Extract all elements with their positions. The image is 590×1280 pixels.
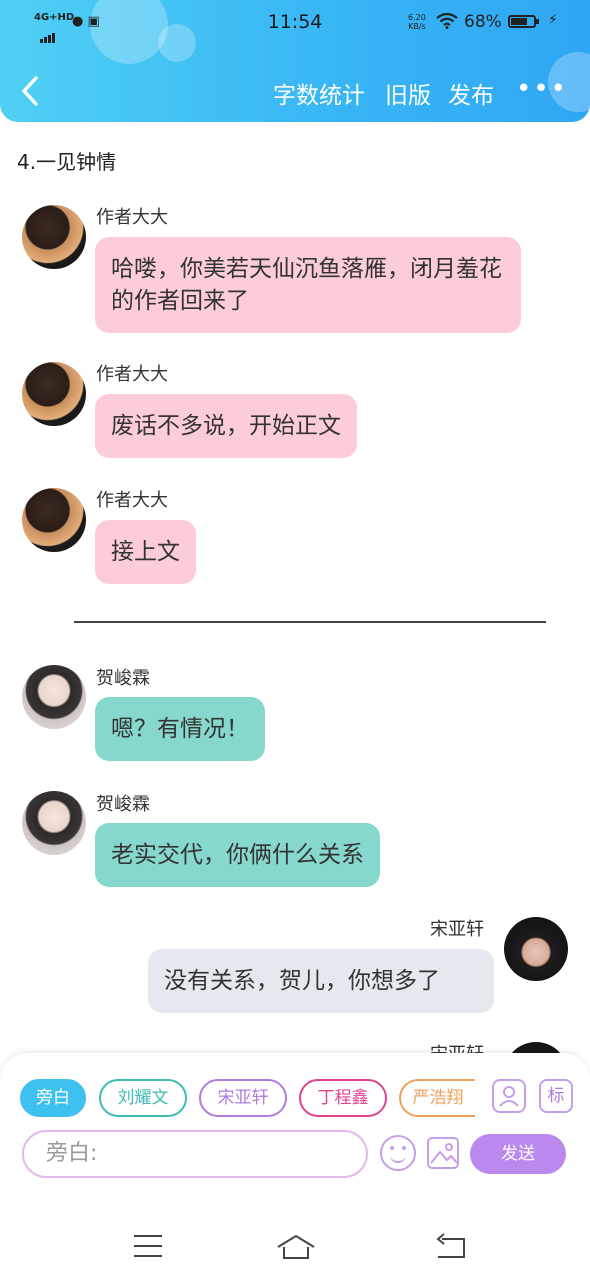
- battery-icon: [508, 15, 539, 28]
- chevron-left-icon[interactable]: [18, 74, 48, 110]
- sender-name: 宋亚轩: [430, 919, 484, 940]
- wifi-icon: [436, 13, 458, 29]
- more-dots-icon[interactable]: •••: [516, 76, 568, 102]
- sender-name: 贺峻霖: [96, 794, 150, 815]
- home-icon[interactable]: [276, 1233, 316, 1261]
- message-bubble[interactable]: 老实交代，你俩什么关系: [95, 823, 380, 887]
- add-role-icon[interactable]: [492, 1079, 526, 1113]
- role-chip-song-yaxuan[interactable]: 宋亚轩: [199, 1079, 287, 1117]
- sender-name: 作者大大: [96, 207, 168, 228]
- send-button[interactable]: 发送: [470, 1134, 566, 1174]
- back-icon[interactable]: [434, 1233, 468, 1261]
- network-speed: 6.20 KB/s: [408, 13, 426, 31]
- speed-unit: KB/s: [408, 22, 426, 31]
- avatar[interactable]: [22, 205, 86, 269]
- tag-icon[interactable]: 标: [539, 1079, 573, 1113]
- section-divider: [74, 621, 546, 623]
- avatar[interactable]: [22, 362, 86, 426]
- avatar[interactable]: [22, 665, 86, 729]
- word-count-button[interactable]: 字数统计: [273, 76, 365, 110]
- publish-button[interactable]: 发布: [448, 76, 494, 110]
- speed-value: 6.20: [408, 13, 426, 22]
- top-header: 4G+HD ● ▣ 11:54 6.20 KB/s 68% ⚡ 字数统计 旧版 …: [0, 0, 590, 122]
- role-chip-liu-yaowen[interactable]: 刘耀文: [99, 1079, 187, 1117]
- system-nav-bar: [0, 1213, 590, 1280]
- avatar[interactable]: [504, 917, 568, 981]
- chapter-title: 4.一见钟情: [17, 150, 117, 174]
- charging-icon: ⚡: [548, 12, 558, 28]
- role-chip-yan-haoxiang[interactable]: 严浩翔: [399, 1079, 475, 1117]
- message-bubble[interactable]: 嗯？有情况！: [95, 697, 265, 761]
- message-bubble[interactable]: 接上文: [95, 520, 196, 584]
- composer-panel: 旁白 刘耀文 宋亚轩 丁程鑫 严浩翔 标 旁白: 发送: [0, 1053, 590, 1213]
- sender-name: 作者大大: [96, 364, 168, 385]
- emoji-icon[interactable]: [380, 1135, 416, 1171]
- status-bar: 4G+HD ● ▣ 11:54 6.20 KB/s 68% ⚡: [0, 0, 590, 46]
- avatar[interactable]: [22, 488, 86, 552]
- battery-percent: 68%: [464, 12, 502, 32]
- sender-name: 贺峻霖: [96, 668, 150, 689]
- message-bubble[interactable]: 没有关系，贺儿，你想多了: [148, 949, 494, 1013]
- message-input[interactable]: 旁白:: [22, 1130, 368, 1178]
- role-chip-ding-chengxin[interactable]: 丁程鑫: [299, 1079, 387, 1117]
- image-icon[interactable]: [427, 1137, 459, 1169]
- sender-name: 作者大大: [96, 490, 168, 511]
- avatar[interactable]: [22, 791, 86, 855]
- role-chip-narrator[interactable]: 旁白: [20, 1079, 86, 1117]
- message-bubble[interactable]: 哈喽，你美若天仙沉鱼落雁，闭月羞花的作者回来了: [95, 237, 521, 333]
- message-bubble[interactable]: 废话不多说，开始正文: [95, 394, 357, 458]
- toolbar: 字数统计 旧版 发布 •••: [0, 62, 590, 122]
- menu-icon[interactable]: [134, 1235, 162, 1265]
- old-version-button[interactable]: 旧版: [385, 76, 431, 110]
